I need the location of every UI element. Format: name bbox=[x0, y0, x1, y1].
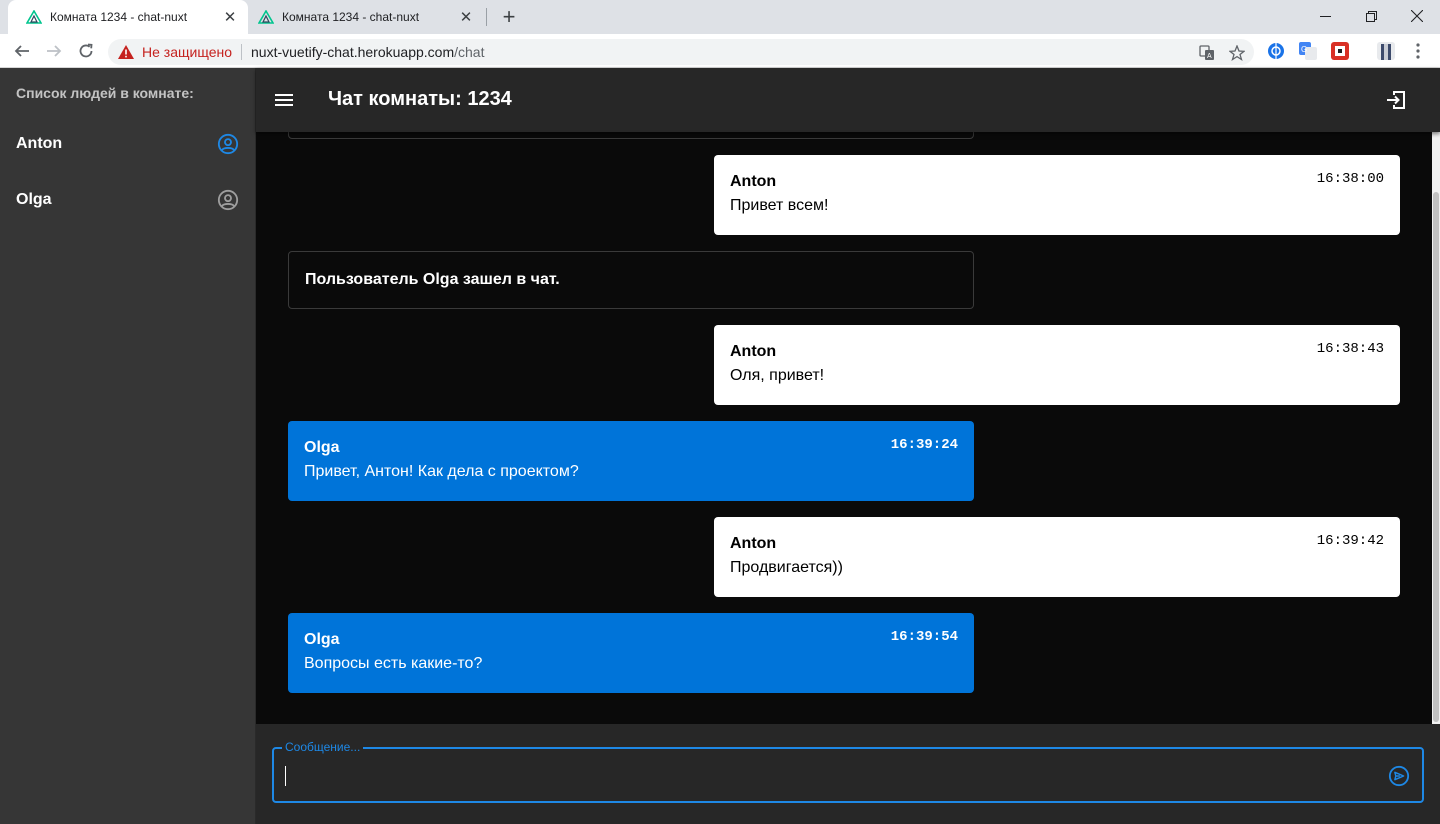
user-name: Olga bbox=[16, 191, 52, 208]
message-author: Olga bbox=[304, 439, 340, 456]
back-arrow-icon[interactable] bbox=[10, 39, 34, 63]
url-host: nuxt-vuetify-chat.herokuapp.com bbox=[251, 44, 455, 60]
message-text: Вопросы есть какие-то? bbox=[304, 655, 483, 672]
forward-arrow-icon[interactable] bbox=[42, 39, 66, 63]
extension-icon[interactable] bbox=[1331, 42, 1349, 60]
message-composer: Сообщение... bbox=[256, 724, 1440, 824]
url-path: /chat bbox=[454, 44, 485, 60]
message-text: Продвигается)) bbox=[730, 559, 843, 576]
system-message-partial bbox=[288, 132, 974, 139]
browser-tab-2[interactable]: Комната 1234 - chat-nuxt ✕ bbox=[240, 0, 484, 34]
chat-scrollbar[interactable] bbox=[1432, 132, 1440, 724]
window-close-icon[interactable] bbox=[1394, 2, 1440, 30]
nuxt-favicon-icon bbox=[258, 9, 274, 25]
tab-divider bbox=[486, 8, 487, 26]
message-time: 16:39:42 bbox=[1316, 533, 1384, 549]
system-message-text: Пользователь Olga зашел в чат. bbox=[305, 271, 560, 288]
user-name: Anton bbox=[16, 135, 63, 152]
omnibox-divider bbox=[241, 44, 242, 60]
message-time: 16:38:43 bbox=[1316, 341, 1384, 357]
hamburger-menu-icon[interactable] bbox=[272, 88, 296, 112]
text-caret bbox=[285, 766, 286, 786]
message-author: Anton bbox=[730, 173, 777, 190]
reload-icon[interactable] bbox=[74, 39, 98, 63]
google-translate-extension-icon[interactable]: G bbox=[1299, 42, 1317, 60]
profile-avatar-icon[interactable] bbox=[1377, 42, 1395, 60]
exit-icon[interactable] bbox=[1384, 88, 1408, 112]
security-status[interactable]: Не защищено bbox=[142, 44, 232, 60]
message-time: 16:39:24 bbox=[890, 437, 958, 453]
minimize-icon[interactable] bbox=[1302, 2, 1348, 30]
restore-icon[interactable] bbox=[1348, 2, 1394, 30]
message-time: 16:38:00 bbox=[1316, 171, 1384, 187]
page-title: Чат комнаты: 1234 bbox=[328, 88, 512, 110]
message-author: Anton bbox=[730, 535, 777, 552]
new-tab-icon[interactable]: + bbox=[497, 4, 521, 29]
svg-text:G: G bbox=[1301, 45, 1307, 54]
message-text: Привет всем! bbox=[730, 197, 829, 214]
message-text: Оля, привет! bbox=[730, 367, 825, 384]
system-message: Пользователь Olga зашел в чат. bbox=[288, 251, 974, 309]
message-input[interactable] bbox=[284, 765, 1374, 787]
message-time: 16:39:54 bbox=[890, 629, 958, 645]
message-text: Привет, Антон! Как дела с проектом? bbox=[304, 463, 579, 480]
tab-close-icon[interactable]: ✕ bbox=[458, 9, 474, 26]
translate-icon[interactable]: A bbox=[1198, 44, 1216, 62]
sidebar-item-olga[interactable]: Olga bbox=[0, 176, 256, 224]
tab-title: Комната 1234 - chat-nuxt bbox=[282, 10, 420, 24]
message-other: Olga Вопросы есть какие-то? 16:39:54 bbox=[288, 613, 974, 693]
account-circle-icon bbox=[217, 133, 239, 155]
browser-toolbar: Не защищено nuxt-vuetify-chat.herokuapp.… bbox=[0, 34, 1440, 68]
warning-icon bbox=[118, 44, 134, 60]
app-bar: Чат комнаты: 1234 bbox=[256, 68, 1440, 132]
scrollbar-thumb[interactable] bbox=[1433, 192, 1439, 722]
address-bar[interactable]: Не защищено nuxt-vuetify-chat.herokuapp.… bbox=[108, 39, 1254, 65]
browser-tab-1[interactable]: Комната 1234 - chat-nuxt ✕ bbox=[8, 0, 248, 34]
message-own: Anton Привет всем! 16:38:00 bbox=[714, 155, 1400, 235]
message-other: Olga Привет, Антон! Как дела с проектом?… bbox=[288, 421, 974, 501]
tab-close-icon[interactable]: ✕ bbox=[222, 9, 238, 26]
send-icon[interactable] bbox=[1388, 765, 1410, 787]
message-own: Anton Оля, привет! 16:38:43 bbox=[714, 325, 1400, 405]
sidebar-item-anton[interactable]: Anton bbox=[0, 120, 256, 168]
message-field[interactable]: Сообщение... bbox=[272, 740, 1424, 803]
browser-tab-strip: Комната 1234 - chat-nuxt ✕ Комната 1234 … bbox=[0, 0, 1440, 34]
message-author: Anton bbox=[730, 343, 777, 360]
bookmark-star-icon[interactable] bbox=[1228, 44, 1246, 62]
message-field-label: Сообщение... bbox=[282, 740, 364, 754]
account-circle-icon bbox=[217, 189, 239, 211]
svg-text:A: A bbox=[1207, 53, 1212, 60]
vpn-extension-icon[interactable] bbox=[1267, 42, 1285, 60]
nuxt-favicon-icon bbox=[26, 9, 42, 25]
sidebar-title: Список людей в комнате: bbox=[16, 85, 194, 101]
message-own: Anton Продвигается)) 16:39:42 bbox=[714, 517, 1400, 597]
browser-menu-icon[interactable] bbox=[1409, 42, 1427, 60]
chat-messages: Anton Привет всем! 16:38:00 Пользователь… bbox=[256, 132, 1432, 724]
people-sidebar: Список людей в комнате: Anton Olga bbox=[0, 68, 256, 824]
message-author: Olga bbox=[304, 631, 340, 648]
url-text[interactable]: nuxt-vuetify-chat.herokuapp.com/chat bbox=[251, 44, 484, 60]
tab-title: Комната 1234 - chat-nuxt bbox=[50, 10, 188, 24]
